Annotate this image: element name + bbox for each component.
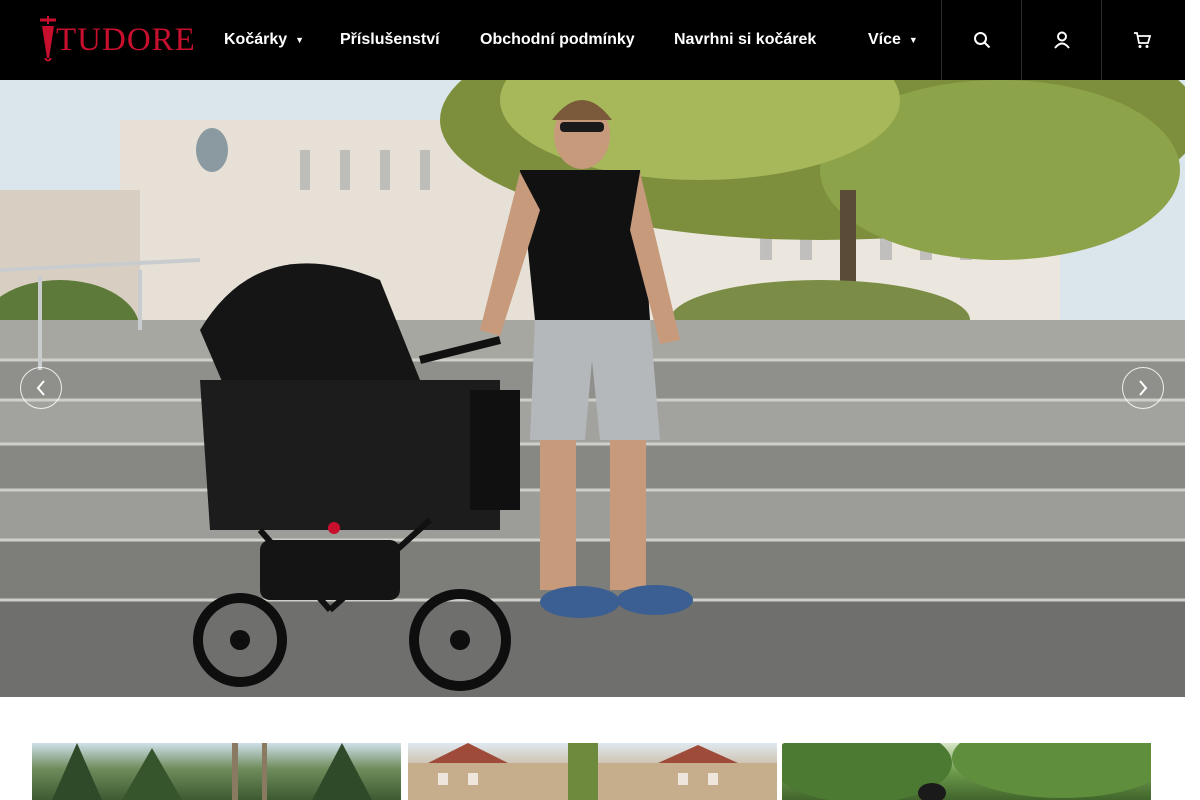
nav-item-label: Obchodní podmínky [480,31,635,48]
nav-item-prislusenstvi[interactable]: Příslušenství [340,0,440,80]
nav-item-label: Více [868,31,901,49]
thumbnail-image [52,743,372,800]
nav-item-vice[interactable]: Více ▼ [868,0,918,80]
nav-item-kocarky[interactable]: Kočárky ▼ [224,0,304,80]
search-button[interactable] [941,0,1021,80]
search-icon [973,32,990,49]
cart-icon [1133,32,1151,48]
chevron-right-icon [1139,380,1148,396]
chevron-down-icon: ▼ [295,35,305,45]
chevron-down-icon: ▼ [908,35,918,45]
nav-item-label: Kočárky [224,31,288,49]
account-button[interactable] [1021,0,1101,80]
thumbnail-image [782,743,1151,800]
nav-item-navrhni-si-kocarek[interactable]: Navrhni si kočárek [674,0,816,80]
brand-name: TUDORE [56,22,196,58]
category-thumbnail[interactable] [32,743,401,800]
nav-item-obchodni-podminky[interactable]: Obchodní podmínky [480,0,635,80]
nav-item-label: Příslušenství [340,31,440,48]
thumbnail-image [408,743,777,800]
category-thumbnail[interactable] [408,743,777,800]
user-icon [1053,31,1070,49]
slider-next-button[interactable] [1122,367,1164,409]
slider-prev-button[interactable] [20,367,62,409]
category-thumbnail[interactable] [782,743,1151,800]
chevron-left-icon [36,380,45,396]
site-header: TUDORE Kočárky ▼ Příslušenství Obchodní p… [0,0,1185,80]
cart-button[interactable] [1101,0,1181,80]
hero-slider [0,80,1185,697]
hero-image [0,80,1185,697]
nav-item-label: Navrhni si kočárek [674,31,817,48]
